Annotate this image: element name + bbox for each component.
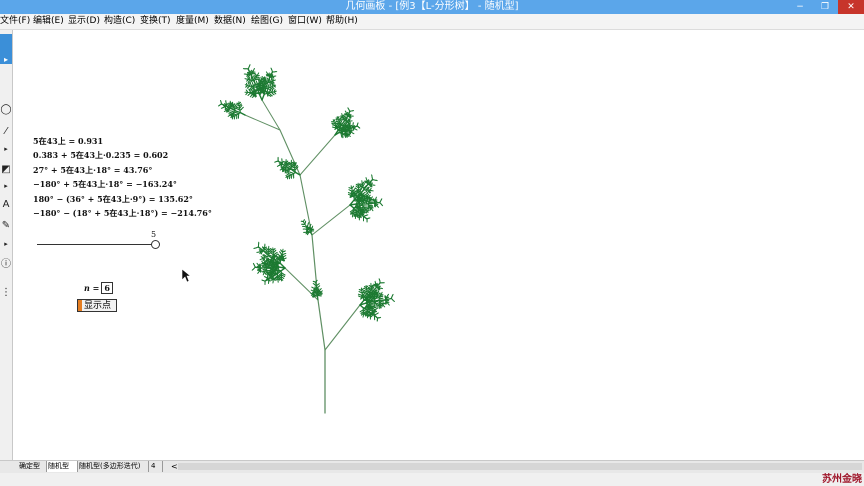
page-tab-bar: 确定型 随机型 随机型(多边形迭代) 4 <	[0, 460, 864, 473]
mouse-cursor-icon	[181, 268, 191, 283]
watermark: 苏州金晓	[822, 474, 862, 485]
fractal-tree	[218, 64, 395, 414]
tab-deterministic[interactable]: 确定型	[18, 461, 47, 472]
status-bar: 苏州金晓	[0, 473, 864, 486]
horizontal-scrollbar[interactable]	[178, 463, 862, 470]
tab-4[interactable]: 4	[150, 461, 163, 472]
tab-scroll-left-icon[interactable]: <	[171, 461, 178, 472]
tree-branches	[218, 64, 395, 414]
tab-random-polygon[interactable]: 随机型(多边形迭代)	[78, 461, 149, 472]
tab-random[interactable]: 随机型	[47, 461, 78, 472]
